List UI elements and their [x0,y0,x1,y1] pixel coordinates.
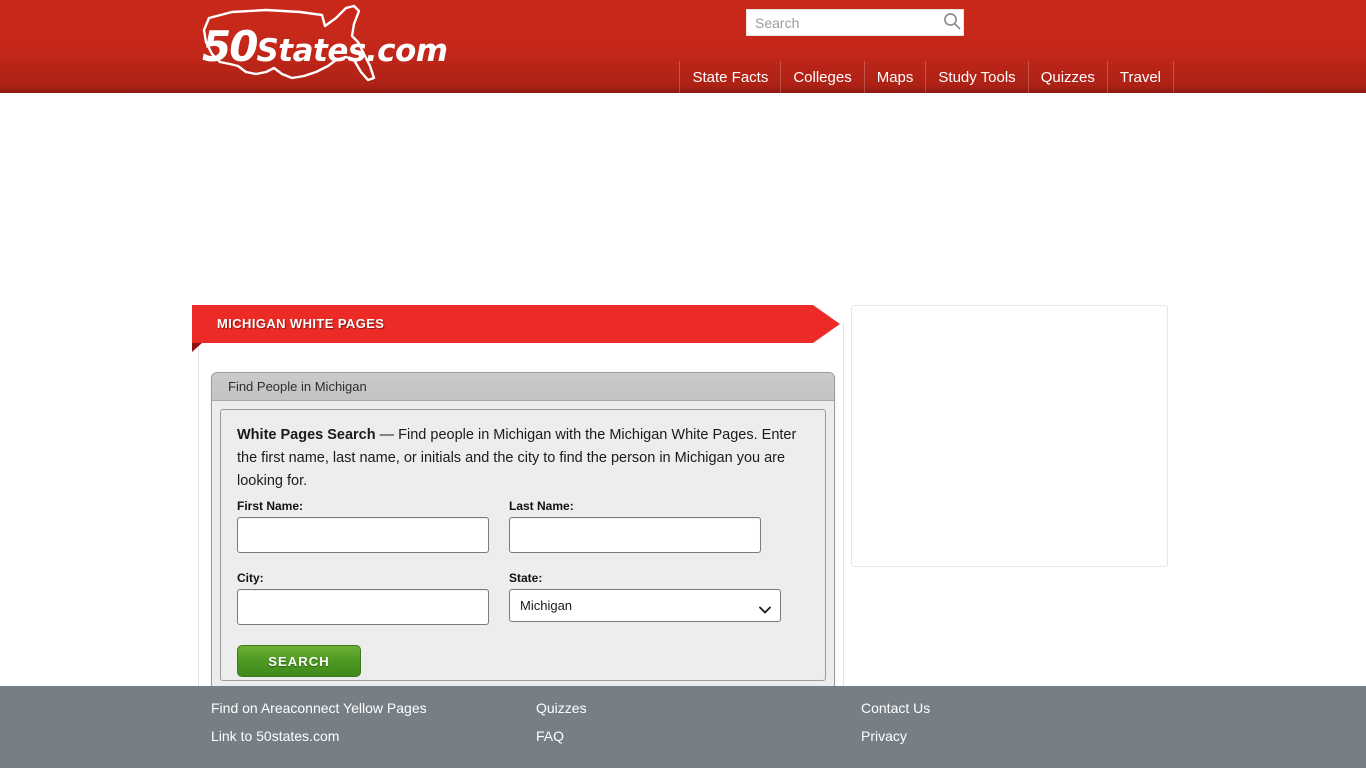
footer-link-link-to-site[interactable]: Link to 50states.com [211,728,536,744]
search-icon [943,12,961,33]
name-field-row: First Name: Last Name: [237,499,809,571]
panel-body: White Pages Search — Find people in Mich… [220,409,826,681]
footer-link-faq[interactable]: FAQ [536,728,861,744]
logo-word: States.com [256,33,448,69]
main-navigation: State Facts Colleges Maps Study Tools Qu… [679,61,1174,93]
footer-link-contact-us[interactable]: Contact Us [861,700,1151,716]
main-content-card: Find People in Michigan White Pages Sear… [198,323,844,730]
nav-item-maps[interactable]: Maps [863,61,926,93]
last-name-label: Last Name: [509,499,574,513]
site-logo[interactable]: 50States.com [196,2,448,88]
nav-item-study-tools[interactable]: Study Tools [925,61,1027,93]
page-title: MICHIGAN WHITE PAGES [217,316,385,331]
state-label: State: [509,571,543,585]
site-footer: Find on Areaconnect Yellow Pages Quizzes… [0,686,1366,768]
page-body: MICHIGAN WHITE PAGES Find People in Mich… [0,93,1366,730]
nav-item-travel[interactable]: Travel [1106,61,1174,93]
city-label: City: [237,571,264,585]
panel-description-lead: White Pages Search [237,427,376,443]
location-field-row: City: State: Michigan [237,571,809,643]
footer-link-quizzes[interactable]: Quizzes [536,700,861,716]
footer-link-privacy[interactable]: Privacy [861,728,1151,744]
logo-wordmark: 50States.com [202,22,448,71]
panel-header: Find People in Michigan [212,373,834,401]
page-title-ribbon: MICHIGAN WHITE PAGES [192,305,840,352]
first-name-input[interactable] [237,517,489,553]
state-select-wrap: Michigan [509,589,781,622]
site-header: 50States.com State Facts Colleges Maps S… [0,0,1366,93]
people-search-submit-button[interactable]: SEARCH [237,645,361,677]
state-field: State: Michigan [509,571,781,622]
state-select[interactable]: Michigan [509,589,781,622]
site-search[interactable] [746,9,964,36]
ribbon-fold-icon [192,343,202,352]
city-field: City: [237,571,489,625]
panel-title: Find People in Michigan [228,379,367,394]
last-name-field: Last Name: [509,499,761,553]
logo-number: 50 [202,22,258,71]
footer-link-areaconnect[interactable]: Find on Areaconnect Yellow Pages [211,700,536,716]
nav-item-quizzes[interactable]: Quizzes [1027,61,1107,93]
city-input[interactable] [237,589,489,625]
people-search-panel: Find People in Michigan White Pages Sear… [211,372,835,689]
last-name-input[interactable] [509,517,761,553]
panel-description: White Pages Search — Find people in Mich… [237,424,797,493]
search-submit-button[interactable] [938,10,966,35]
first-name-field: First Name: [237,499,489,553]
footer-links: Find on Areaconnect Yellow Pages Quizzes… [211,700,1151,744]
sidebar-ad-slot [851,305,1168,567]
first-name-label: First Name: [237,499,304,513]
search-input[interactable] [753,11,938,34]
nav-item-state-facts[interactable]: State Facts [679,61,780,93]
nav-item-colleges[interactable]: Colleges [780,61,863,93]
